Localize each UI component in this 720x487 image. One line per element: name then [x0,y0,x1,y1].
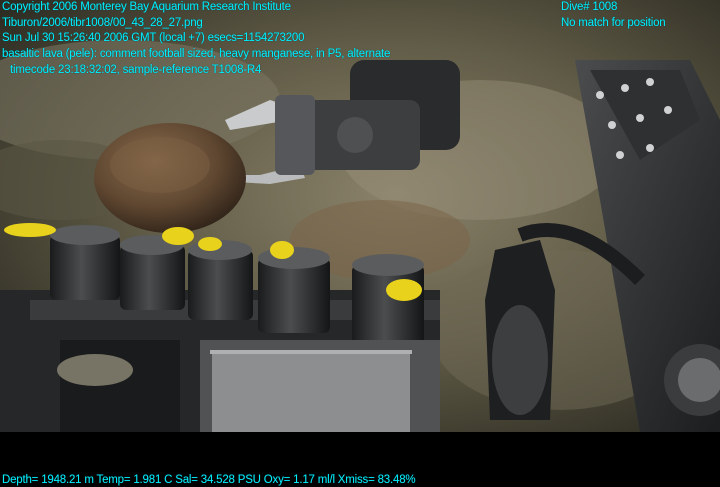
copyright-text: Copyright 2006 Monterey Bay Aquarium Res… [2,1,291,13]
sample-cylinder [188,240,253,320]
comment-text: basaltic lava (pele): comment football s… [2,48,391,60]
sample-cylinder [352,254,424,345]
sample-cylinder [50,225,120,300]
lower-manipulator-jaw [485,240,555,420]
video-frame: Copyright 2006 Monterey Bay Aquarium Res… [0,0,720,486]
dive-number-text: Dive# 1008 [561,1,618,13]
timecode-text: timecode 23:18:32:02, sample-reference T… [10,64,262,76]
sample-cylinder [258,247,330,333]
drawer-lid-panel [212,354,410,432]
filename-text: Tiburon/2006/tibr1008/00_43_28_27.png [2,17,203,29]
position-status-text: No match for position [561,17,666,29]
datetime-text: Sun Jul 30 15:26:40 2006 GMT (local +7) … [2,32,305,44]
sample-cylinder [120,235,185,310]
telemetry-readout: Depth= 1948.21 m Temp= 1.981 C Sal= 34.5… [2,474,416,486]
